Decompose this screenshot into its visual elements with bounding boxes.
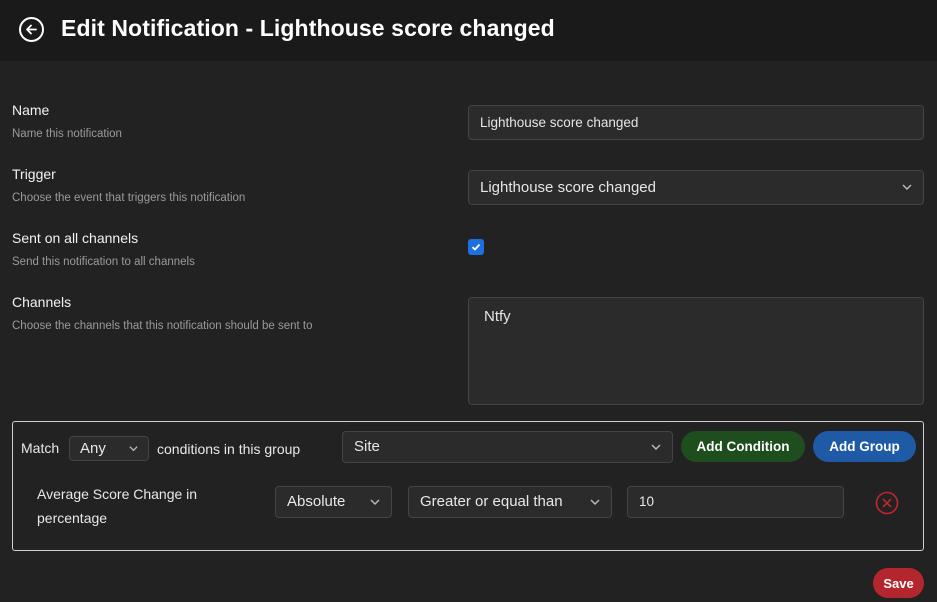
chevron-down-icon (902, 184, 912, 190)
back-button[interactable] (19, 17, 44, 42)
close-circle-icon (875, 491, 899, 515)
chevron-down-icon (370, 499, 380, 505)
conditions-text: conditions in this group (157, 441, 301, 457)
name-input[interactable]: Lighthouse score changed (468, 105, 924, 140)
trigger-select-value: Lighthouse score changed (480, 179, 656, 196)
channels-row: Channels Choose the channels that this n… (12, 294, 312, 332)
chevron-down-icon (129, 446, 138, 452)
mode-select-value: Absolute (287, 493, 346, 510)
arrow-left-icon (26, 24, 37, 35)
chevron-down-icon (590, 499, 600, 505)
page-header: Edit Notification - Lighthouse score cha… (0, 0, 937, 61)
remove-condition-button[interactable] (875, 491, 899, 515)
add-group-button[interactable]: Add Group (813, 431, 916, 462)
amount-input[interactable]: 10 (627, 486, 844, 518)
add-condition-button[interactable]: Add Condition (681, 431, 805, 462)
scope-select[interactable]: Site (342, 431, 673, 463)
all-channels-checkbox[interactable] (468, 239, 484, 255)
condition-group: Match Any conditions in this group Site … (12, 421, 924, 551)
match-select-value: Any (80, 440, 106, 457)
all-channels-label: Sent on all channels (12, 230, 139, 246)
operator-select[interactable]: Greater or equal than (408, 486, 612, 518)
match-select[interactable]: Any (69, 436, 149, 461)
trigger-description: Choose the event that triggers this noti… (12, 192, 246, 204)
trigger-label: Trigger (12, 166, 56, 182)
save-button[interactable]: Save (873, 568, 924, 598)
name-label: Name (12, 102, 50, 118)
channels-label: Channels (12, 294, 72, 310)
match-label: Match (21, 440, 60, 456)
trigger-row: Trigger Choose the event that triggers t… (12, 166, 245, 204)
channels-description: Choose the channels that this notificati… (12, 320, 313, 332)
all-channels-row: Sent on all channels Send this notificat… (12, 230, 195, 268)
name-description: Name this notification (12, 128, 122, 140)
condition-field-line1: Average Score Change in (37, 486, 198, 502)
condition-field-label: Average Score Change in percentage (37, 482, 197, 530)
operator-select-value: Greater or equal than (420, 493, 563, 510)
all-channels-description: Send this notification to all channels (12, 256, 195, 268)
scope-select-value: Site (354, 438, 380, 455)
chevron-down-icon (651, 444, 661, 450)
mode-select[interactable]: Absolute (275, 486, 392, 518)
page-title: Edit Notification - Lighthouse score cha… (61, 15, 555, 41)
channels-multiselect[interactable]: Ntfy (468, 297, 924, 405)
checkmark-icon (471, 243, 481, 251)
trigger-select[interactable]: Lighthouse score changed (468, 170, 924, 205)
name-row: Name Name this notification (12, 102, 122, 140)
channel-option[interactable]: Ntfy (484, 308, 908, 325)
condition-field-line2: percentage (37, 510, 108, 526)
